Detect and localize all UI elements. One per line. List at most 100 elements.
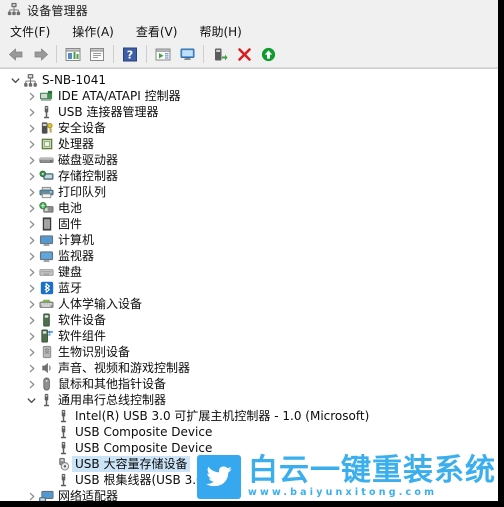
usb-connector-icon	[38, 104, 55, 120]
tree-row-monitors[interactable]: 监视器	[0, 248, 498, 264]
tree-row-bluetooth[interactable]: 蓝牙	[0, 280, 498, 296]
usb-mass-storage-icon	[55, 456, 72, 472]
chevron-right-icon[interactable]	[25, 360, 38, 376]
tree-row-label: S-NB-1041	[42, 73, 107, 87]
chevron-right-icon[interactable]	[25, 248, 38, 264]
tree-row-security-devices[interactable]: 安全设备	[0, 120, 498, 136]
sound-video-game-icon	[38, 360, 55, 376]
watermark-url: www.baiyunxitong.com	[248, 486, 438, 498]
chevron-right-icon[interactable]	[25, 104, 38, 120]
chevron-right-icon[interactable]	[25, 168, 38, 184]
tree-row-disk-drives[interactable]: 磁盘驱动器	[0, 152, 498, 168]
chevron-right-icon[interactable]	[25, 136, 38, 152]
chevron-right-icon[interactable]	[25, 184, 38, 200]
forward-button[interactable]	[29, 43, 51, 65]
show-hide-console-tree-button[interactable]	[62, 43, 84, 65]
tree-row-batteries[interactable]: 电池	[0, 200, 498, 216]
keyboard-icon	[38, 264, 55, 280]
tree-row-label: 处理器	[58, 137, 95, 151]
menu-action[interactable]: 操作(A)	[70, 22, 116, 41]
chevron-down-icon[interactable]	[9, 72, 22, 88]
menu-view[interactable]: 查看(V)	[134, 22, 180, 41]
tree-row-intel-usb30-host-controller[interactable]: Intel(R) USB 3.0 可扩展主机控制器 - 1.0 (Microso…	[0, 408, 498, 424]
tree-row-label: USB Composite Device	[75, 441, 213, 455]
usb-device-icon	[55, 424, 72, 440]
tree-row-computer[interactable]: 计算机	[0, 232, 498, 248]
hid-icon	[38, 296, 55, 312]
tree-row-label: 软件组件	[58, 329, 107, 343]
disk-drive-icon	[38, 152, 55, 168]
chevron-right-icon[interactable]	[25, 152, 38, 168]
tree-row-label: 磁盘驱动器	[58, 153, 119, 167]
monitor-device-icon	[38, 248, 55, 264]
tree-row-label: 生物识别设备	[58, 345, 131, 359]
chevron-right-icon[interactable]	[25, 344, 38, 360]
tree-row-print-queues[interactable]: 打印队列	[0, 184, 498, 200]
tree-row-firmware[interactable]: 固件	[0, 216, 498, 232]
watermark: 白云一键重装系统 www.baiyunxitong.com	[197, 455, 496, 499]
tree-row-software-components[interactable]: 软件组件	[0, 328, 498, 344]
chevron-down-icon[interactable]	[25, 392, 38, 408]
tree-row-label: 键盘	[58, 265, 83, 279]
device-tree-pane[interactable]: S-NB-1041 IDE ATA/ATAPI 控制器 USB 连接器管理器 安…	[0, 68, 498, 501]
help-button[interactable]: ?	[119, 43, 141, 65]
device-tree: S-NB-1041 IDE ATA/ATAPI 控制器 USB 连接器管理器 安…	[0, 69, 498, 501]
toolbar: ?	[0, 41, 498, 68]
chevron-right-icon[interactable]	[25, 88, 38, 104]
tree-row-processors[interactable]: 处理器	[0, 136, 498, 152]
tree-row-label: 电池	[58, 201, 83, 215]
tree-row-label: 打印队列	[58, 185, 107, 199]
security-device-icon	[38, 120, 55, 136]
tree-row-label: USB Composite Device	[75, 425, 213, 439]
tree-row-usb-controllers[interactable]: 通用串行总线控制器	[0, 392, 498, 408]
tree-row-sound-video-game[interactable]: 声音、视频和游戏控制器	[0, 360, 498, 376]
uninstall-device-button[interactable]	[233, 43, 255, 65]
tree-row-label: 通用串行总线控制器	[58, 393, 167, 407]
menu-file[interactable]: 文件(F)	[8, 22, 52, 41]
chevron-right-icon[interactable]	[25, 376, 38, 392]
computer-root-icon	[22, 72, 39, 88]
toolbar-separator	[56, 45, 57, 63]
storage-controller-icon	[38, 168, 55, 184]
tree-row-label: 存储控制器	[58, 169, 119, 183]
mouse-icon	[38, 376, 55, 392]
watermark-brand: 白云一键重装系统	[248, 452, 496, 488]
chevron-right-icon[interactable]	[25, 200, 38, 216]
tree-row-mice[interactable]: 鼠标和其他指针设备	[0, 376, 498, 392]
bluetooth-icon	[38, 280, 55, 296]
back-button[interactable]	[5, 43, 27, 65]
properties-button[interactable]	[86, 43, 108, 65]
chevron-right-icon[interactable]	[25, 328, 38, 344]
tree-row-software-devices[interactable]: 软件设备	[0, 312, 498, 328]
tree-row-label: 蓝牙	[58, 281, 83, 295]
tree-row-usb-composite-device[interactable]: USB Composite Device	[0, 424, 498, 440]
chevron-right-icon[interactable]	[25, 216, 38, 232]
chevron-right-icon[interactable]	[25, 296, 38, 312]
menu-help[interactable]: 帮助(H)	[197, 22, 243, 41]
tree-row-root[interactable]: S-NB-1041	[0, 72, 498, 88]
tree-row-storage-controllers[interactable]: 存储控制器	[0, 168, 498, 184]
tree-row-label: 人体学输入设备	[58, 297, 143, 311]
tree-row-usb-connector-manager[interactable]: USB 连接器管理器	[0, 104, 498, 120]
tree-row-biometric-devices[interactable]: 生物识别设备	[0, 344, 498, 360]
toolbar-separator	[203, 45, 204, 63]
scan-hardware-changes-button[interactable]	[152, 43, 174, 65]
chevron-right-icon[interactable]	[25, 120, 38, 136]
menu-bar: 文件(F) 操作(A) 查看(V) 帮助(H)	[0, 21, 498, 41]
chevron-right-icon[interactable]	[25, 312, 38, 328]
tree-row-label: Intel(R) USB 3.0 可扩展主机控制器 - 1.0 (Microso…	[75, 409, 370, 423]
tree-row-keyboards[interactable]: 键盘	[0, 264, 498, 280]
tree-row-label: 计算机	[58, 233, 95, 247]
tree-row-ide-controller[interactable]: IDE ATA/ATAPI 控制器	[0, 88, 498, 104]
title-bar: 设备管理器	[0, 0, 498, 21]
tree-row-hid[interactable]: 人体学输入设备	[0, 296, 498, 312]
enable-device-button[interactable]	[257, 43, 279, 65]
chevron-right-icon[interactable]	[25, 264, 38, 280]
chevron-right-icon[interactable]	[25, 280, 38, 296]
chevron-right-icon[interactable]	[25, 488, 38, 501]
tree-row-label: USB 根集线器(USB 3.0)	[75, 473, 209, 487]
tree-row-label: 监视器	[58, 249, 95, 263]
disable-device-button[interactable]	[209, 43, 231, 65]
update-driver-button[interactable]	[176, 43, 198, 65]
chevron-right-icon[interactable]	[25, 232, 38, 248]
